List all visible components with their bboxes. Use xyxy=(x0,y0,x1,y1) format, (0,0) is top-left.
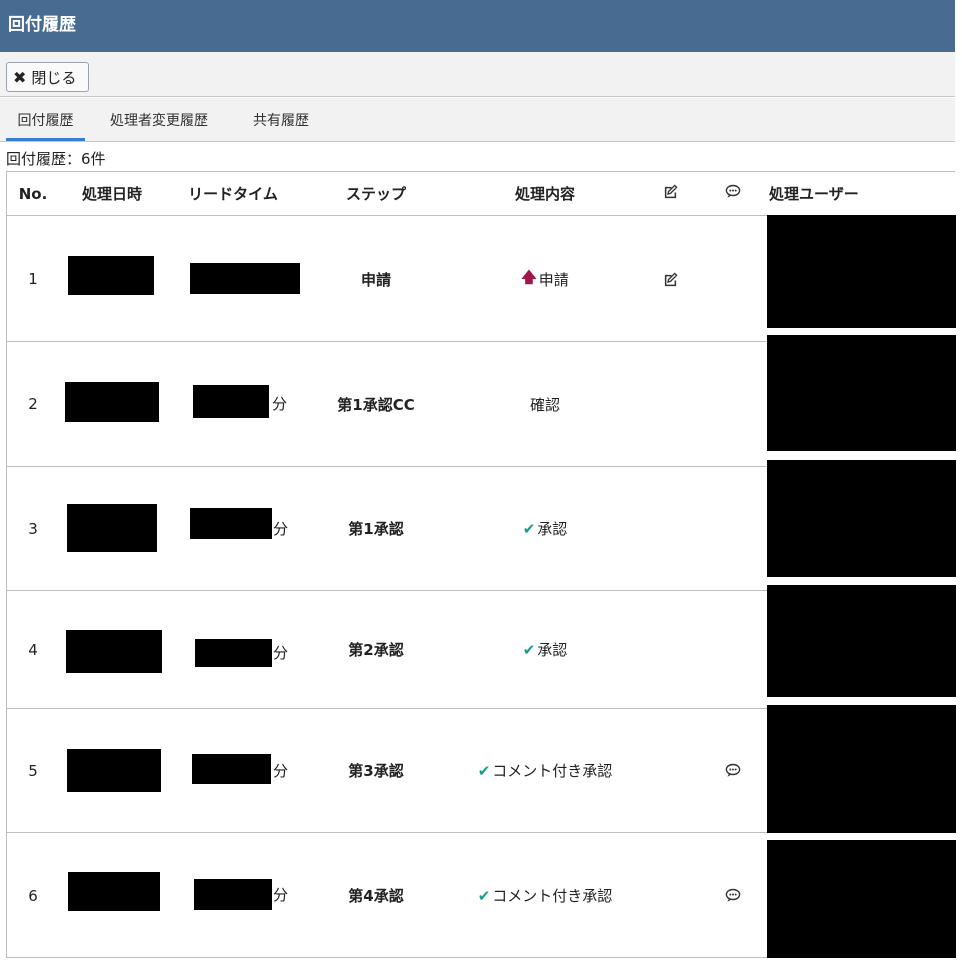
table-header: No. 処理日時 リードタイム ステップ 処理内容 処理ユーザー xyxy=(7,172,956,216)
check-icon: ✔ xyxy=(522,640,536,659)
row-action-label: コメント付き承認 xyxy=(492,762,613,780)
redacted-leadtime xyxy=(193,385,269,418)
row-no: 5 xyxy=(28,761,38,780)
redacted-user xyxy=(767,705,956,833)
tab-handler-change-history[interactable]: 処理者変更履歴 xyxy=(110,98,220,141)
leadtime-unit: 分 xyxy=(273,762,289,780)
edit-icon[interactable] xyxy=(655,217,685,341)
redacted-leadtime xyxy=(192,754,271,784)
check-icon: ✔ xyxy=(522,519,536,538)
redacted-user xyxy=(767,335,956,451)
row-step: 第1承認CC xyxy=(337,395,415,414)
toolbar: ✖ 閉じる xyxy=(0,52,955,97)
row-no: 6 xyxy=(28,886,38,905)
redacted-user xyxy=(767,585,956,697)
redacted-leadtime xyxy=(190,508,272,539)
close-icon: ✖ xyxy=(13,67,27,87)
row-step: 申請 xyxy=(360,270,391,289)
header-action: 処理内容 xyxy=(514,185,575,203)
row-no: 2 xyxy=(28,395,38,413)
redacted-user xyxy=(767,840,956,958)
row-action: ✔ コメント付き承認 xyxy=(465,833,625,958)
leadtime-unit: 分 xyxy=(273,644,289,662)
header-comment-icon xyxy=(718,172,748,216)
leadtime-unit: 分 xyxy=(273,886,289,904)
history-table: No. 処理日時 リードタイム ステップ 処理内容 処理ユーザー 1 申請 🡅 … xyxy=(6,171,956,958)
row-action-label: 申請 xyxy=(538,270,569,289)
row-no: 3 xyxy=(28,519,38,538)
row-step: 第2承認 xyxy=(348,641,404,659)
leadtime-unit: 分 xyxy=(272,395,288,413)
check-icon: ✔ xyxy=(477,886,491,905)
redacted-datetime xyxy=(66,630,162,673)
row-action-label: 確認 xyxy=(529,395,560,414)
redacted-user xyxy=(767,460,956,577)
row-step: 第1承認 xyxy=(348,520,404,538)
row-action-label: 承認 xyxy=(537,520,568,538)
redacted-datetime xyxy=(68,872,160,911)
leadtime-unit: 分 xyxy=(273,520,289,538)
comment-icon[interactable] xyxy=(718,709,748,832)
header-edit-icon xyxy=(655,172,685,216)
redacted-leadtime xyxy=(190,263,300,294)
window-title: 回付履歴 xyxy=(0,0,955,52)
row-action: 確認 xyxy=(465,342,625,466)
row-action-label: コメント付き承認 xyxy=(492,887,613,905)
close-button-label: 閉じる xyxy=(31,68,77,87)
row-action: ✔ コメント付き承認 xyxy=(465,709,625,832)
header-datetime: 処理日時 xyxy=(81,185,142,203)
header-user: 処理ユーザー xyxy=(769,185,859,203)
header-no: No. xyxy=(18,185,48,203)
redacted-datetime xyxy=(68,256,154,295)
row-action-label: 承認 xyxy=(537,641,568,659)
header-step: ステップ xyxy=(345,185,406,203)
close-button[interactable]: ✖ 閉じる xyxy=(6,62,89,92)
row-action: ✔ 承認 xyxy=(465,591,625,708)
row-step: 第4承認 xyxy=(348,887,404,905)
tab-routing-history[interactable]: 回付履歴 xyxy=(6,98,85,141)
row-no: 1 xyxy=(28,270,38,288)
redacted-leadtime xyxy=(195,639,272,667)
comment-icon[interactable] xyxy=(718,833,748,958)
tab-share-history[interactable]: 共有履歴 xyxy=(253,98,323,141)
row-no: 4 xyxy=(28,640,38,659)
arrow-up-icon: 🡅 xyxy=(521,267,537,286)
redacted-datetime xyxy=(67,749,161,792)
header-leadtime: リードタイム xyxy=(188,185,278,203)
redacted-leadtime xyxy=(194,879,272,910)
history-count: 回付履歴：6件 xyxy=(6,150,106,168)
row-action: ✔ 承認 xyxy=(465,467,625,590)
row-action: 🡅 申請 xyxy=(465,217,625,341)
tab-bar: 回付履歴 処理者変更履歴 共有履歴 xyxy=(0,98,955,142)
redacted-user xyxy=(767,215,956,328)
redacted-datetime xyxy=(67,504,157,552)
check-icon: ✔ xyxy=(477,761,491,780)
row-step: 第3承認 xyxy=(348,762,404,780)
redacted-datetime xyxy=(65,382,159,422)
